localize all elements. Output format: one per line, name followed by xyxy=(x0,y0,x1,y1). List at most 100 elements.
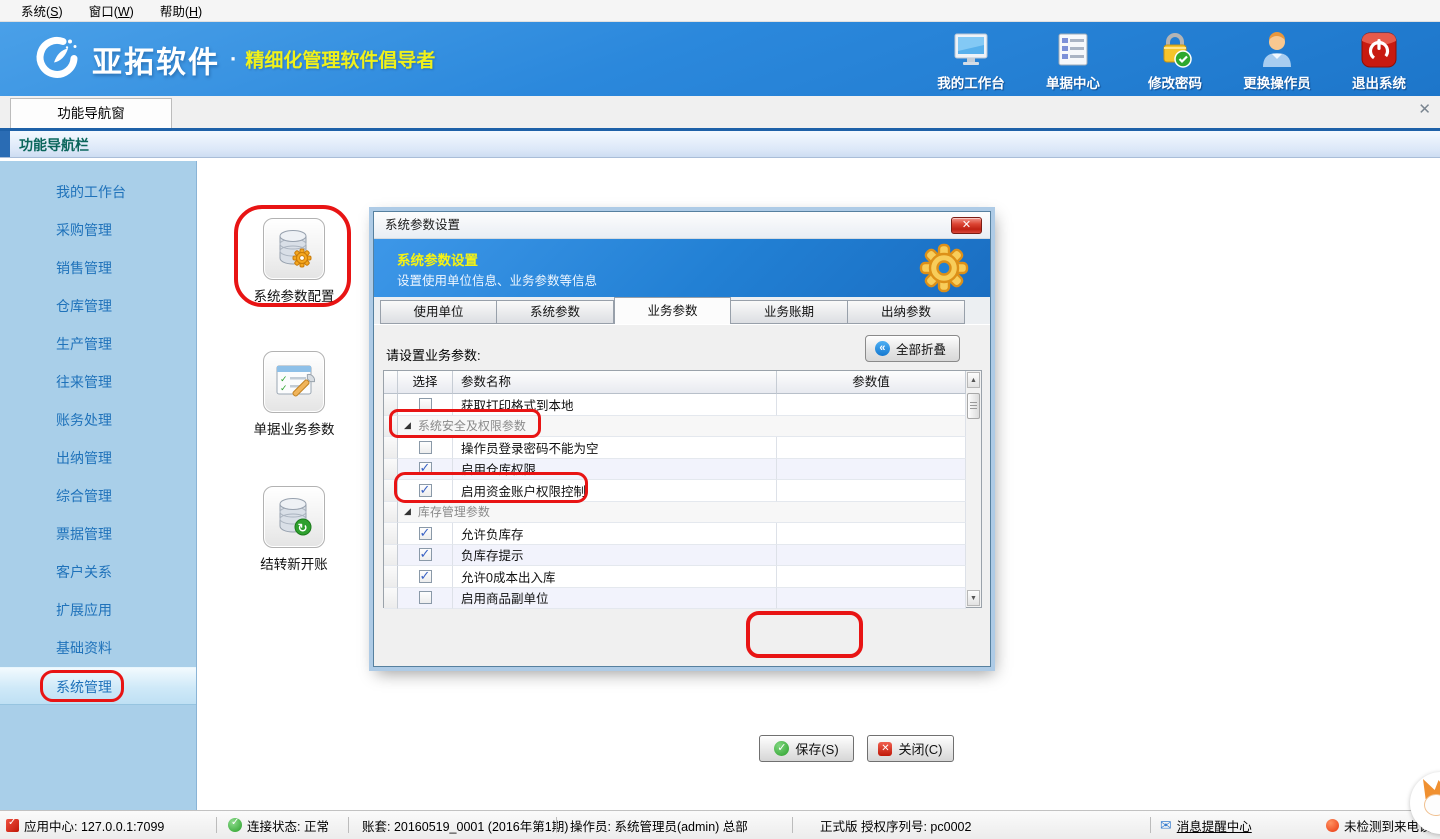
param-value-cell[interactable] xyxy=(777,394,966,416)
column-header-1: 选择 xyxy=(398,371,453,394)
exit-power-icon xyxy=(1340,30,1418,70)
table-row[interactable]: 启用仓库权限 xyxy=(384,459,966,481)
dialog-title-bar[interactable]: 系统参数设置 ✕ xyxy=(374,212,990,239)
group-label: 系统安全及权限参数 xyxy=(418,417,526,434)
param-value-cell[interactable] xyxy=(777,523,966,545)
app-center-icon xyxy=(6,819,19,832)
tree-expanded-icon[interactable]: ◢ xyxy=(404,506,411,517)
sidebar-item-3[interactable]: 仓库管理 xyxy=(0,287,196,325)
table-row[interactable]: 启用资金账户权限控制 xyxy=(384,480,966,502)
my-workbench-button[interactable]: 我的工作台 xyxy=(932,30,1010,92)
param-value-cell[interactable] xyxy=(777,545,966,567)
param-checkbox[interactable] xyxy=(419,591,432,604)
dialog-close-button[interactable]: ✕ xyxy=(951,217,982,234)
tabstrip-close-icon[interactable]: ✕ xyxy=(1418,100,1431,118)
row-header-cell xyxy=(384,459,398,481)
scroll-up-icon[interactable]: ▲ xyxy=(967,372,980,388)
shortcut-doc-business-params[interactable]: ✓ ✓ 单据业务参数 xyxy=(234,351,354,438)
param-value-cell[interactable] xyxy=(777,437,966,459)
sidebar-item-label: 系统管理 xyxy=(56,679,112,695)
param-name-cell: 允许负库存 xyxy=(453,523,777,545)
sidebar-item-13[interactable]: 系统管理 xyxy=(0,667,196,705)
envelope-icon: ✉ xyxy=(1160,817,1172,834)
document-wrench-icon: ✓ ✓ xyxy=(263,351,325,413)
table-row[interactable]: 获取打印格式到本地 xyxy=(384,394,966,416)
param-checkbox[interactable] xyxy=(419,527,432,540)
sidebar-item-12[interactable]: 基础资料 xyxy=(0,629,196,667)
save-check-icon: ✓ xyxy=(774,741,789,756)
sidebar-item-6[interactable]: 账务处理 xyxy=(0,401,196,439)
param-checkbox[interactable] xyxy=(419,398,432,411)
dialog-tab-2[interactable]: 业务参数 xyxy=(614,297,731,324)
checkbox-cell xyxy=(398,523,453,545)
param-value-cell[interactable] xyxy=(777,566,966,588)
tree-expanded-icon[interactable]: ◢ xyxy=(404,420,411,431)
sidebar-item-label: 客户关系 xyxy=(56,564,112,580)
tab-function-nav[interactable]: 功能导航窗 xyxy=(10,98,172,128)
checkbox-cell xyxy=(398,459,453,481)
dialog-tab-3[interactable]: 业务账期 xyxy=(731,300,848,324)
param-checkbox[interactable] xyxy=(419,484,432,497)
menu-item-s[interactable]: 系统(S) xyxy=(8,0,76,22)
checkbox-cell xyxy=(398,437,453,459)
param-value-cell[interactable] xyxy=(777,480,966,502)
sidebar-item-2[interactable]: 销售管理 xyxy=(0,249,196,287)
shortcut-system-params[interactable]: 系统参数配置 xyxy=(234,218,354,305)
sidebar-item-9[interactable]: 票据管理 xyxy=(0,515,196,553)
sidebar-item-11[interactable]: 扩展应用 xyxy=(0,591,196,629)
param-checkbox[interactable] xyxy=(419,548,432,561)
brand-separator: · xyxy=(230,46,237,72)
vertical-scrollbar[interactable]: ▲ ▼ xyxy=(965,371,981,607)
dialog-title: 系统参数设置 xyxy=(385,218,460,232)
sidebar-item-10[interactable]: 客户关系 xyxy=(0,553,196,591)
menu-item-h[interactable]: 帮助(H) xyxy=(147,0,215,22)
document-center-button[interactable]: 单据中心 xyxy=(1034,30,1112,92)
sidebar-item-4[interactable]: 生产管理 xyxy=(0,325,196,363)
param-checkbox[interactable] xyxy=(419,462,432,475)
table-row[interactable]: 允许负库存 xyxy=(384,523,966,545)
menu-item-w[interactable]: 窗口(W) xyxy=(76,0,147,22)
brand: 亚拓软件 · 精细化管理软件倡导者 xyxy=(34,35,435,84)
status-separator xyxy=(1150,817,1151,833)
table-row[interactable]: ◢ 系统安全及权限参数 xyxy=(384,416,966,438)
table-row[interactable]: 操作员登录密码不能为空 xyxy=(384,437,966,459)
params-prompt: 请设置业务参数: xyxy=(386,345,481,364)
workbench-monitor-icon xyxy=(932,30,1010,70)
param-value-cell[interactable] xyxy=(777,459,966,481)
sidebar-item-5[interactable]: 往来管理 xyxy=(0,363,196,401)
row-header-cell xyxy=(384,566,398,588)
table-row[interactable]: 负库存提示 xyxy=(384,545,966,567)
dialog-tab-1[interactable]: 系统参数 xyxy=(497,300,614,324)
sidebar-item-0[interactable]: 我的工作台 xyxy=(0,173,196,211)
message-center-link[interactable]: ✉ 消息提醒中心 xyxy=(1160,811,1252,839)
table-row[interactable]: ◢库存管理参数 xyxy=(384,502,966,524)
shortcut-carryover-new-account[interactable]: ↻ 结转新开账 xyxy=(234,486,354,573)
exit-system-button[interactable]: 退出系统 xyxy=(1340,30,1418,92)
dialog-tab-0[interactable]: 使用单位 xyxy=(380,300,497,324)
sidebar-item-1[interactable]: 采购管理 xyxy=(0,211,196,249)
nav-banner: 功能导航栏 xyxy=(0,128,1440,158)
sidebar-item-8[interactable]: 综合管理 xyxy=(0,477,196,515)
param-checkbox[interactable] xyxy=(419,570,432,583)
table-row[interactable]: 允许0成本出入库 xyxy=(384,566,966,588)
param-checkbox[interactable] xyxy=(419,441,432,454)
table-header-row: 选择参数名称参数值 xyxy=(384,371,966,394)
close-button[interactable]: ✕ 关闭(C) xyxy=(867,735,954,762)
dialog-tab-4[interactable]: 出纳参数 xyxy=(848,300,965,324)
change-password-button[interactable]: 修改密码 xyxy=(1136,30,1214,92)
sidebar-item-label: 综合管理 xyxy=(56,488,112,504)
scrollbar-thumb[interactable] xyxy=(967,393,980,419)
param-value-cell[interactable] xyxy=(777,588,966,610)
checkbox-cell xyxy=(398,545,453,567)
scroll-down-icon[interactable]: ▼ xyxy=(967,590,980,606)
param-name-cell: 操作员登录密码不能为空 xyxy=(453,437,777,459)
sidebar-item-7[interactable]: 出纳管理 xyxy=(0,439,196,477)
row-header-cell xyxy=(384,480,398,502)
collapse-all-button[interactable]: « 全部折叠 xyxy=(865,335,960,362)
connection-ok-icon xyxy=(228,818,242,832)
save-button[interactable]: ✓ 保存(S) xyxy=(759,735,854,762)
row-header-cell xyxy=(384,416,398,438)
checkbox-cell xyxy=(398,588,453,610)
switch-operator-button[interactable]: 更换操作员 xyxy=(1238,30,1316,92)
table-row[interactable]: 启用商品副单位 xyxy=(384,588,966,610)
